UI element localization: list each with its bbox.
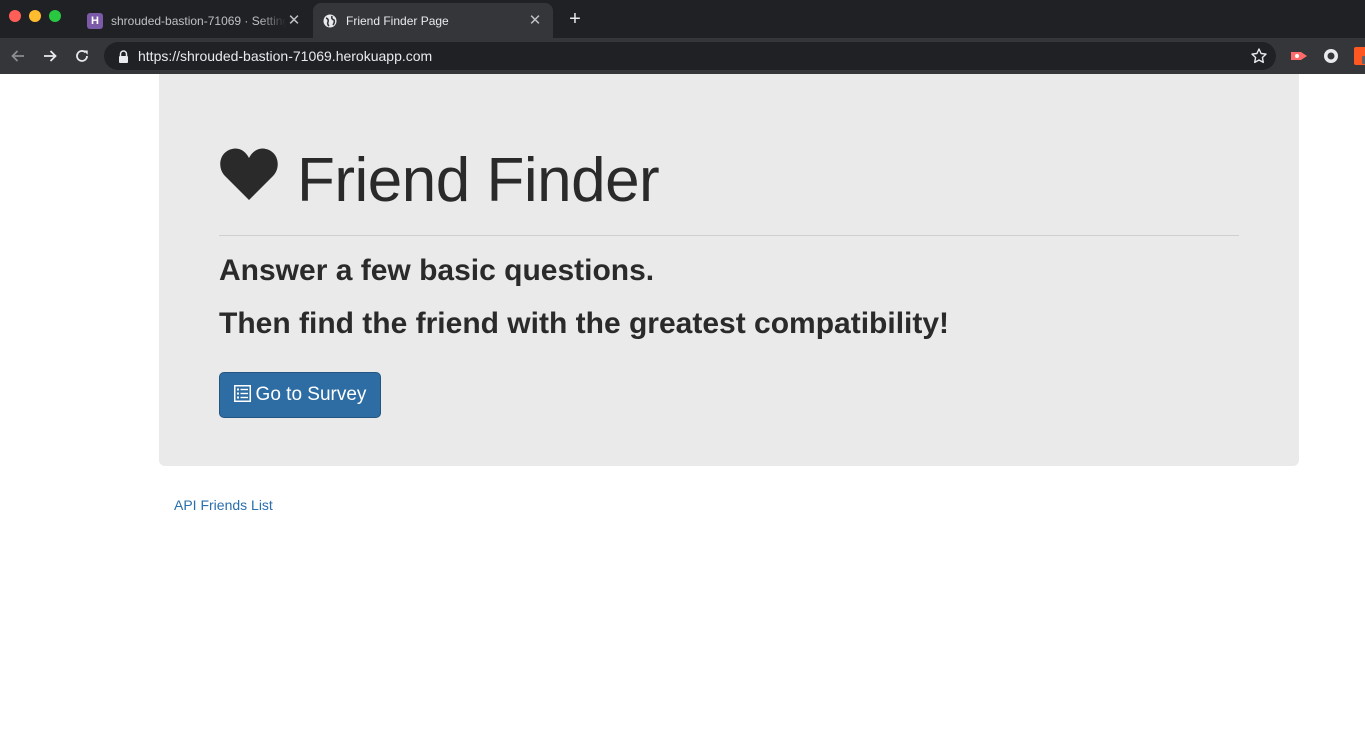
forward-button[interactable] [38,44,62,68]
arrow-left-icon [11,50,24,62]
back-button[interactable] [6,44,30,68]
go-to-survey-button[interactable]: Go to Survey [219,372,381,418]
url-text[interactable]: https://shrouded-bastion-71069.herokuapp… [138,48,432,64]
go-to-survey-label: Go to Survey [255,384,367,405]
extension-icon-circle[interactable] [1322,47,1340,65]
extension-icon-red[interactable] [1290,47,1308,65]
browser-tab-friend-finder[interactable]: Friend Finder Page ✕ [313,3,553,38]
tab-close-icon[interactable]: ✕ [286,12,302,29]
tab-title: Friend Finder Page [346,13,449,28]
maximize-window-button[interactable] [49,10,61,22]
page-title: Friend Finder [297,146,660,215]
reload-icon [76,50,88,62]
reload-button[interactable] [70,44,94,68]
lead-text-2: Then find the friend with the greatest c… [219,307,950,340]
browser-toolbar: https://shrouded-bastion-71069.herokuapp… [0,38,1365,74]
api-friends-list-link[interactable]: API Friends List [174,497,273,513]
lock-icon[interactable] [116,49,130,63]
bookmark-star-icon[interactable] [1250,47,1268,65]
globe-icon [322,13,338,29]
tab-close-icon[interactable]: ✕ [527,12,543,29]
divider [219,235,1239,236]
new-tab-button[interactable]: + [565,8,585,30]
page-heading: Friend Finder [219,144,660,218]
lead-text-1: Answer a few basic questions. [219,254,655,287]
heart-icon [220,148,278,200]
browser-tab-heroku-settings[interactable]: H shrouded-bastion-71069 · Settings ✕ [78,3,312,38]
extension-icon-orange[interactable] [1354,47,1365,65]
close-window-button[interactable] [9,10,21,22]
address-bar[interactable]: https://shrouded-bastion-71069.herokuapp… [104,42,1276,70]
tab-title: shrouded-bastion-71069 · Settings [111,13,286,28]
minimize-window-button[interactable] [29,10,41,22]
jumbotron: Friend Finder Answer a few basic questio… [159,74,1299,466]
list-alt-icon [233,384,251,402]
browser-tab-bar: H shrouded-bastion-71069 · Settings ✕ Fr… [0,0,1365,38]
heroku-icon: H [87,12,103,29]
arrow-right-icon [44,50,57,62]
